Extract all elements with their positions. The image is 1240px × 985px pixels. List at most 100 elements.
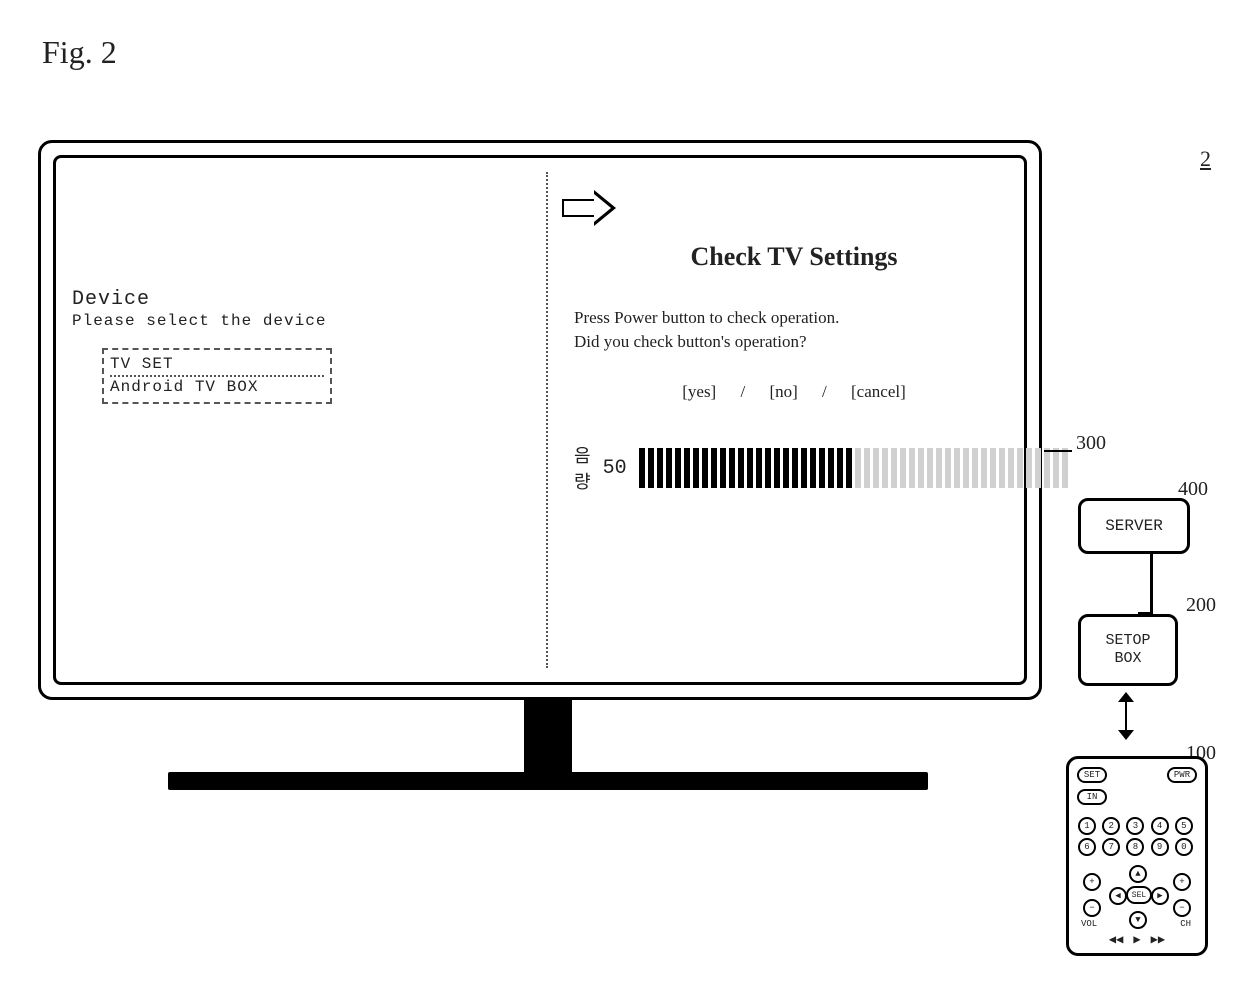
choice-yes[interactable]: [yes] — [682, 382, 716, 401]
remote-next-button[interactable]: ▶▶ — [1151, 932, 1165, 947]
volume-bar — [1008, 448, 1014, 488]
volume-bar — [693, 448, 699, 488]
volume-bar — [1026, 448, 1032, 488]
volume-bar — [945, 448, 951, 488]
device-option-list[interactable]: TV SET Android TV BOX — [102, 348, 332, 404]
volume-bar — [675, 448, 681, 488]
device-option-android[interactable]: Android TV BOX — [110, 377, 324, 398]
remote-digit-4[interactable]: 4 — [1151, 817, 1169, 835]
volume-bar — [711, 448, 717, 488]
volume-bar — [999, 448, 1005, 488]
remote-digit-0[interactable]: 0 — [1175, 838, 1193, 856]
volume-bar — [846, 448, 852, 488]
device-option-tvset[interactable]: TV SET — [110, 354, 324, 377]
remote-input-button[interactable]: IN — [1077, 789, 1107, 805]
remote-select-button[interactable]: SEL — [1126, 886, 1152, 904]
figure-label: Fig. 2 — [42, 34, 117, 71]
check-settings-line1: Press Power button to check operation. — [574, 308, 1014, 328]
remote-digit-3[interactable]: 3 — [1126, 817, 1144, 835]
volume-bar — [684, 448, 690, 488]
leader-line-tv — [1044, 450, 1072, 452]
volume-bar — [873, 448, 879, 488]
volume-bar — [927, 448, 933, 488]
remote-digit-8[interactable]: 8 — [1126, 838, 1144, 856]
volume-bar — [720, 448, 726, 488]
check-settings-pane: Check TV Settings Press Power button to … — [574, 218, 1014, 494]
device-heading: Device — [72, 288, 522, 311]
connector-server-settop — [1150, 554, 1153, 614]
volume-label: 음량 — [574, 442, 591, 494]
server-box: SERVER — [1078, 498, 1190, 554]
volume-indicator: 음량 50 — [574, 442, 1014, 494]
volume-bar — [855, 448, 861, 488]
volume-bar — [990, 448, 996, 488]
volume-bar — [954, 448, 960, 488]
volume-bar — [801, 448, 807, 488]
remote-play-button[interactable]: ▶ — [1133, 932, 1140, 947]
remote-set-button[interactable]: SET — [1077, 767, 1107, 783]
volume-bar — [1053, 448, 1059, 488]
volume-bar — [972, 448, 978, 488]
confirm-choices: [yes] / [no] / [cancel] — [574, 382, 1014, 402]
remote-control: SET PWR IN 12345 67890 + − VOL + − CH ▲ ▼… — [1066, 756, 1208, 956]
remote-digit-5[interactable]: 5 — [1175, 817, 1193, 835]
remote-digit-2[interactable]: 2 — [1102, 817, 1120, 835]
ref-num-tv: 300 — [1076, 432, 1106, 455]
volume-bargraph — [639, 448, 1068, 488]
volume-bar — [1044, 448, 1050, 488]
volume-bar — [1062, 448, 1068, 488]
remote-media-row: ◀◀ ▶ ▶▶ — [1069, 932, 1205, 947]
remote-digit-1[interactable]: 1 — [1078, 817, 1096, 835]
remote-digit-7[interactable]: 7 — [1102, 838, 1120, 856]
remote-nav-right-button[interactable]: ▶ — [1151, 887, 1169, 905]
remote-nav-up-button[interactable]: ▲ — [1129, 865, 1147, 883]
remote-number-pad: 12345 67890 — [1078, 817, 1196, 856]
volume-bar — [981, 448, 987, 488]
screen-divider — [546, 172, 548, 668]
volume-bar — [864, 448, 870, 488]
choice-sep-1: / — [740, 382, 745, 401]
volume-bar — [1017, 448, 1023, 488]
volume-bar — [891, 448, 897, 488]
volume-bar — [747, 448, 753, 488]
remote-prev-button[interactable]: ◀◀ — [1109, 932, 1123, 947]
choice-cancel[interactable]: [cancel] — [851, 382, 906, 401]
check-settings-line2: Did you check button's operation? — [574, 332, 1014, 352]
remote-nav-left-button[interactable]: ◀ — [1109, 887, 1127, 905]
remote-power-button[interactable]: PWR — [1167, 767, 1197, 783]
volume-bar — [909, 448, 915, 488]
tv-screen: Device Please select the device TV SET A… — [53, 155, 1027, 685]
tv-monitor-frame: Device Please select the device TV SET A… — [38, 140, 1042, 700]
volume-bar — [810, 448, 816, 488]
settop-box: SETOPBOX — [1078, 614, 1178, 686]
volume-bar — [639, 448, 645, 488]
volume-bar — [900, 448, 906, 488]
check-settings-title: Check TV Settings — [574, 242, 1014, 272]
volume-bar — [756, 448, 762, 488]
remote-ch-label: CH — [1180, 919, 1191, 929]
remote-vol-up-button[interactable]: + — [1083, 873, 1101, 891]
volume-bar — [765, 448, 771, 488]
remote-vol-label: VOL — [1081, 919, 1097, 929]
remote-digit-9[interactable]: 9 — [1151, 838, 1169, 856]
remote-vol-down-button[interactable]: − — [1083, 899, 1101, 917]
ref-num-system: 2 — [1200, 146, 1211, 172]
volume-bar — [729, 448, 735, 488]
remote-nav-down-button[interactable]: ▼ — [1129, 911, 1147, 929]
volume-bar — [1035, 448, 1041, 488]
volume-bar — [936, 448, 942, 488]
volume-bar — [783, 448, 789, 488]
remote-digit-6[interactable]: 6 — [1078, 838, 1096, 856]
volume-bar — [837, 448, 843, 488]
remote-ch-up-button[interactable]: + — [1173, 873, 1191, 891]
remote-ch-down-button[interactable]: − — [1173, 899, 1191, 917]
volume-bar — [774, 448, 780, 488]
volume-value: 50 — [603, 457, 627, 480]
volume-bar — [648, 448, 654, 488]
volume-bar — [918, 448, 924, 488]
tv-stand-base — [168, 772, 928, 790]
volume-bar — [792, 448, 798, 488]
device-prompt: Please select the device — [72, 312, 522, 330]
choice-no[interactable]: [no] — [769, 382, 797, 401]
ref-num-settop: 200 — [1186, 594, 1216, 617]
